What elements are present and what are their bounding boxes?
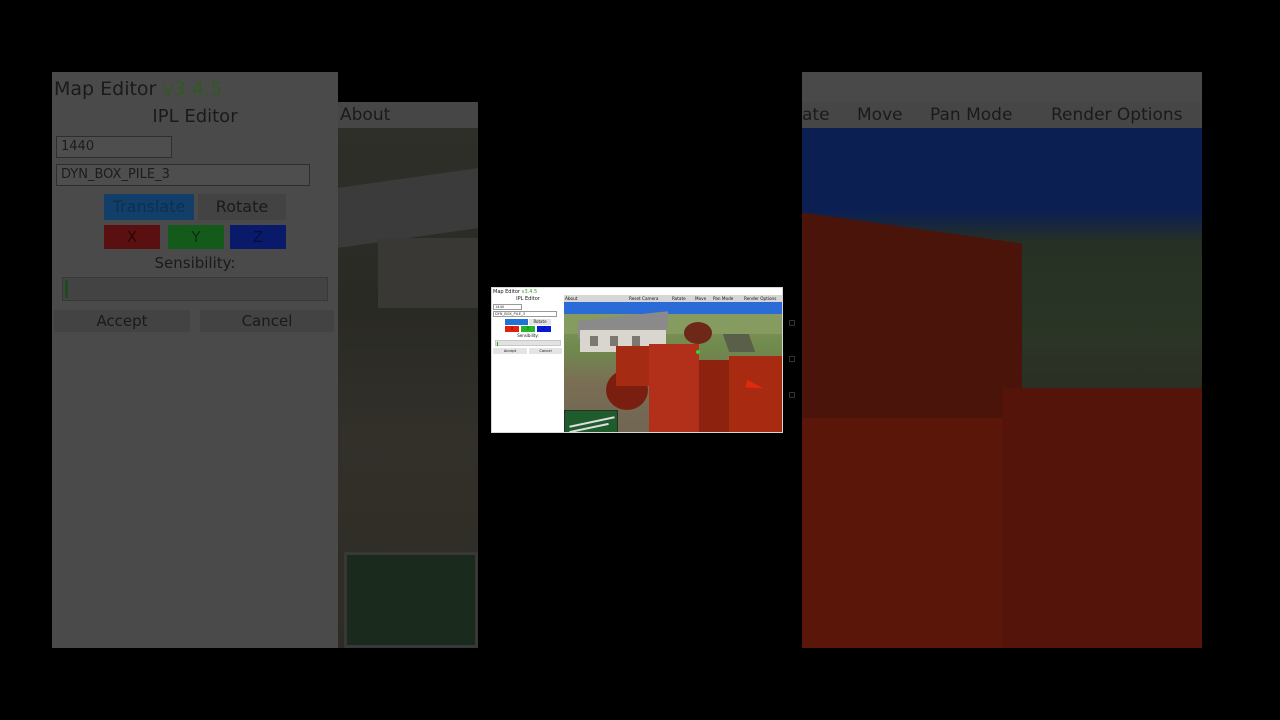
bg-rotate-button: Rotate	[198, 194, 286, 220]
bg-menu-about: About	[340, 105, 391, 125]
bg-axis-y-button: Y	[168, 225, 224, 249]
bg-menu-pan-mode: Pan Mode	[930, 105, 1013, 125]
menu-icon[interactable]	[789, 320, 795, 326]
bg-box-3	[802, 418, 1002, 648]
model-name-field[interactable]: DYN_BOX_PILE_3	[493, 311, 557, 317]
background-blur-left: Map Editor v3.4.5 IPL Editor 1440 DYN_BO…	[52, 72, 478, 648]
tree	[684, 322, 712, 344]
gizmo-y-handle[interactable]	[696, 350, 700, 354]
bg-menu-render-options: Render Options	[1051, 105, 1183, 125]
home-icon[interactable]	[789, 356, 795, 362]
fence	[722, 334, 756, 352]
box-pile-part	[729, 356, 782, 432]
house-window	[632, 336, 640, 346]
bg-minimap	[344, 552, 478, 648]
app-title: Map Editor v3.4.5	[493, 289, 537, 295]
translate-button[interactable]: Translate	[505, 319, 528, 325]
bg-translate-button: Translate	[104, 194, 194, 220]
android-nav-bar	[789, 320, 797, 400]
bg-cancel-button: Cancel	[200, 310, 334, 332]
sensibility-slider[interactable]	[495, 340, 561, 346]
bg-id-field: 1440	[56, 136, 172, 158]
box-pile-part	[649, 344, 699, 432]
ipl-editor-panel: Map Editor v3.4.5 IPL Editor 1440 DYN_BO…	[492, 288, 564, 432]
panel-title: IPL Editor	[516, 296, 540, 302]
3d-viewport[interactable]	[564, 302, 782, 432]
menu-reset-camera[interactable]: Reset Camera	[629, 295, 658, 302]
bg-model-field: DYN_BOX_PILE_3	[56, 164, 310, 186]
bg-titlebar-right	[802, 72, 1202, 102]
minimap[interactable]	[564, 410, 618, 432]
app-name: Map Editor	[493, 289, 520, 295]
bg-menubar-right: ate Move Pan Mode Render Options	[802, 102, 1202, 128]
slider-fill	[496, 341, 498, 346]
bg-axis-z-button: Z	[230, 225, 286, 249]
axis-x-button[interactable]: X	[505, 326, 519, 332]
bg-sensibility-slider	[62, 277, 328, 301]
sensibility-label: Sensibility:	[517, 333, 539, 338]
map-editor-window: Map Editor v3.4.5 IPL Editor 1440 DYN_BO…	[491, 287, 783, 433]
bg-accept-button: Accept	[54, 310, 190, 332]
bg-menu-rotate: ate	[802, 105, 830, 125]
bg-house-wall	[378, 238, 478, 308]
box-pile-part	[694, 360, 734, 432]
background-blur-right: ate Move Pan Mode Render Options	[802, 72, 1202, 648]
id-field[interactable]: 1440	[493, 304, 522, 310]
axis-z-button[interactable]: Z	[537, 326, 551, 332]
bg-viewport-left	[338, 128, 478, 648]
bg-house-roof	[338, 168, 478, 248]
rotate-button[interactable]: Rotate	[529, 319, 551, 325]
top-menubar: About Reset Camera Rotate Move Pan Mode …	[564, 295, 782, 302]
bg-box-2	[1002, 388, 1202, 648]
bg-menu-move: Move	[857, 105, 903, 125]
menu-move[interactable]: Move	[695, 295, 706, 302]
bg-editor-panel: Map Editor v3.4.5 IPL Editor 1440 DYN_BO…	[52, 72, 338, 648]
bg-viewport-right	[802, 128, 1202, 648]
bg-axis-x-button: X	[104, 225, 160, 249]
menu-rotate[interactable]: Rotate	[672, 295, 686, 302]
cancel-button[interactable]: Cancel	[529, 348, 562, 354]
axis-y-button[interactable]: Y	[521, 326, 535, 332]
bg-slider-fill	[65, 280, 68, 298]
menu-about[interactable]: About	[565, 295, 577, 302]
house-window	[590, 336, 598, 346]
accept-button[interactable]: Accept	[493, 348, 527, 354]
bg-panel-title: IPL Editor	[152, 106, 238, 127]
house-window	[610, 336, 618, 346]
app-version: v3.4.5	[521, 289, 538, 295]
bg-menubar-left: About	[338, 102, 478, 128]
menu-pan-mode[interactable]: Pan Mode	[713, 295, 733, 302]
menu-render-options[interactable]: Render Options	[744, 295, 776, 302]
bg-app-title: Map Editor v3.4.5	[54, 78, 223, 100]
bg-sensibility-label: Sensibility:	[154, 254, 236, 272]
back-icon[interactable]	[789, 392, 795, 398]
